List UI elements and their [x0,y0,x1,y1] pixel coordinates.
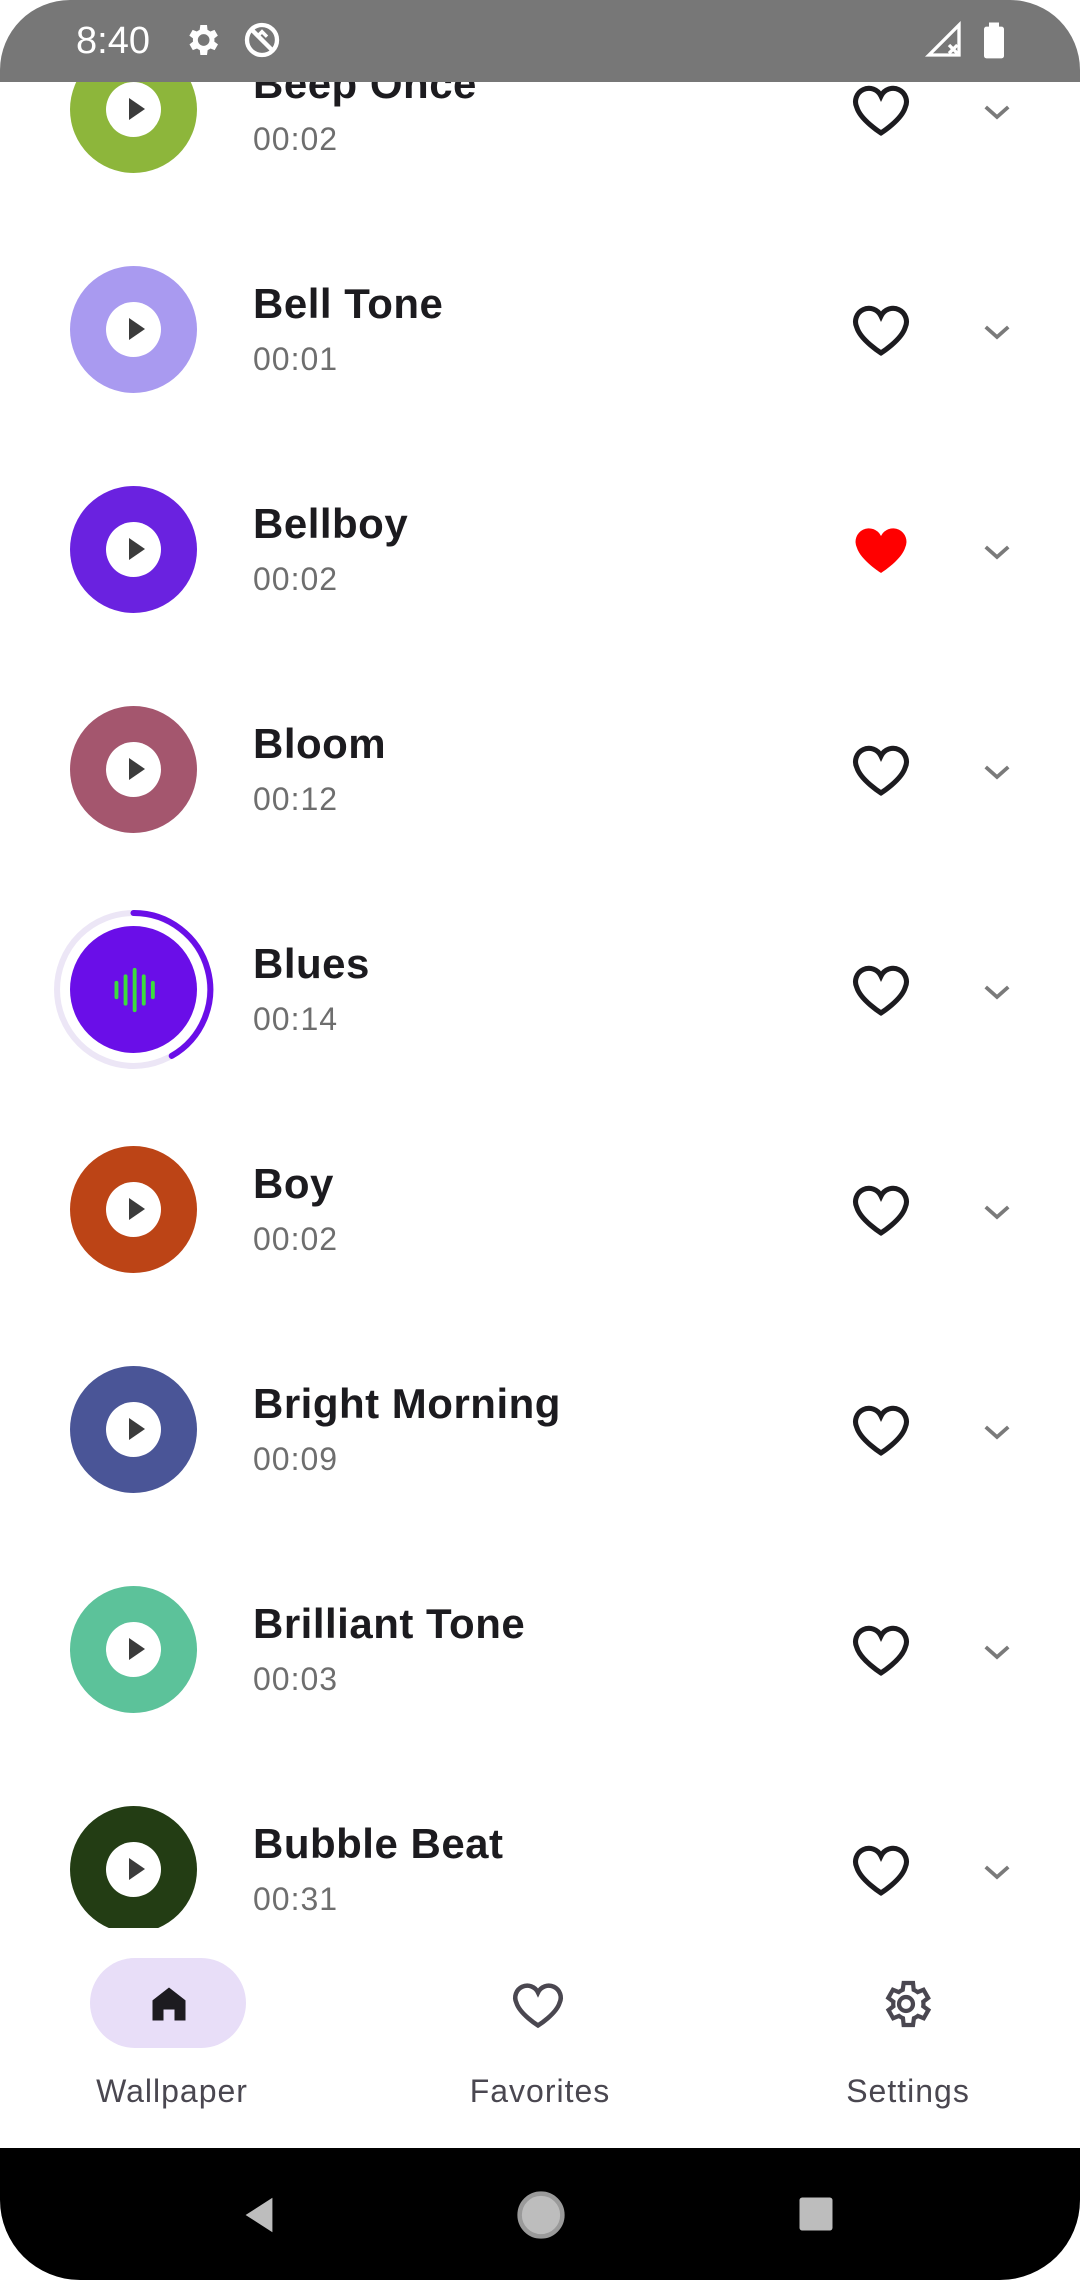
system-navigation-bar [0,2148,1080,2280]
nav-label-settings: Settings [846,2073,970,2109]
play-icon [106,302,161,357]
favorite-outline-icon[interactable] [850,742,912,798]
chevron-down-icon[interactable] [982,1202,1012,1222]
ringtone-duration: 00:01 [253,341,339,377]
ringtone-title: Bright Morning [253,1380,561,1427]
status-bar: 8:40 [0,0,1080,82]
favorite-outline-icon[interactable] [850,962,912,1018]
playing-indicator[interactable] [54,910,214,1069]
ringtone-title: Blues [253,940,370,987]
ringtone-duration: 00:03 [253,1661,339,1697]
no-sync-icon [244,22,280,58]
ringtone-row[interactable]: Boy 00:02 [0,1100,1080,1320]
favorite-outline-icon[interactable] [850,1842,912,1898]
chevron-down-icon[interactable] [982,322,1012,342]
nav-label-wallpaper: Wallpaper [96,2073,248,2109]
favorite-filled-icon[interactable] [850,522,912,578]
ringtone-title: Beep Once [253,82,477,107]
favorite-outline-icon[interactable] [850,302,912,358]
play-icon [106,1182,161,1237]
ringtone-row[interactable]: Bright Morning 00:09 [0,1320,1080,1540]
recents-icon[interactable] [794,2192,838,2236]
chevron-down-icon[interactable] [982,102,1012,122]
gear-icon [189,25,218,55]
play-icon [106,742,161,797]
chevron-down-icon[interactable] [982,542,1012,562]
ringtone-row[interactable]: Bell Tone 00:01 [0,220,1080,440]
chevron-down-icon[interactable] [982,1862,1012,1882]
ringtone-row[interactable]: Bubble Beat 00:31 [0,1760,1080,1928]
status-time: 8:40 [76,20,150,62]
play-button[interactable] [70,706,197,833]
chevron-down-icon[interactable] [982,762,1012,782]
ringtone-duration: 00:14 [253,1001,339,1037]
home-circle-icon[interactable] [514,2188,568,2242]
heart-outline-icon [512,1983,564,2029]
favorite-outline-icon[interactable] [850,1622,912,1678]
ringtone-row[interactable]: Bellboy 00:02 [0,440,1080,660]
nav-label-favorites: Favorites [469,2073,611,2109]
ringtone-title: Brilliant Tone [253,1600,526,1647]
ringtone-list[interactable]: Beep Once 00:02 Bell Tone 00:01 Bellboy 00:02… [0,82,1080,1928]
nav-item-favorites[interactable]: Favorites [410,1958,670,2109]
play-icon [106,82,161,137]
ringtone-row[interactable]: Blues 00:14 [0,880,1080,1100]
ringtone-duration: 00:02 [253,1221,339,1257]
chevron-down-icon[interactable] [982,982,1012,1002]
chevron-down-icon[interactable] [982,1422,1012,1442]
play-button[interactable] [70,486,197,613]
ringtone-row[interactable]: Beep Once 00:02 [0,82,1080,220]
nav-item-settings[interactable]: Settings [778,1958,1038,2109]
play-icon [106,1402,161,1457]
play-icon [106,1622,161,1677]
gear-icon [885,1980,932,2028]
play-button[interactable] [70,1366,197,1493]
play-icon [106,1842,161,1897]
play-icon [106,522,161,577]
play-button[interactable] [70,82,197,173]
ringtone-title: Boy [253,1160,334,1207]
chevron-down-icon[interactable] [982,1642,1012,1662]
favorite-outline-icon[interactable] [850,82,912,138]
equalizer-icon [114,967,155,1013]
favorite-outline-icon[interactable] [850,1402,912,1458]
back-icon[interactable] [236,2192,282,2238]
ringtone-title: Bellboy [253,500,409,547]
ringtone-title: Bell Tone [253,280,444,327]
play-button[interactable] [70,1146,197,1273]
play-button[interactable] [70,1586,197,1713]
battery-icon [984,22,1004,59]
ringtone-duration: 00:12 [253,781,339,817]
bottom-navigation: Wallpaper Favorites Settings [0,1928,1080,2148]
ringtone-row[interactable]: Brilliant Tone 00:03 [0,1540,1080,1760]
ringtone-title: Bubble Beat [253,1820,504,1867]
home-icon [152,1987,186,2021]
ringtone-duration: 00:09 [253,1441,339,1477]
favorite-outline-icon[interactable] [850,1182,912,1238]
signal-off-icon [924,20,961,57]
ringtone-duration: 00:02 [253,561,339,597]
play-button[interactable] [70,1806,197,1928]
ringtone-title: Bloom [253,720,387,767]
ringtone-duration: 00:02 [253,121,339,157]
nav-item-wallpaper[interactable]: Wallpaper [42,1958,302,2109]
ringtone-duration: 00:31 [253,1881,339,1917]
play-button[interactable] [70,266,197,393]
ringtone-row[interactable]: Bloom 00:12 [0,660,1080,880]
